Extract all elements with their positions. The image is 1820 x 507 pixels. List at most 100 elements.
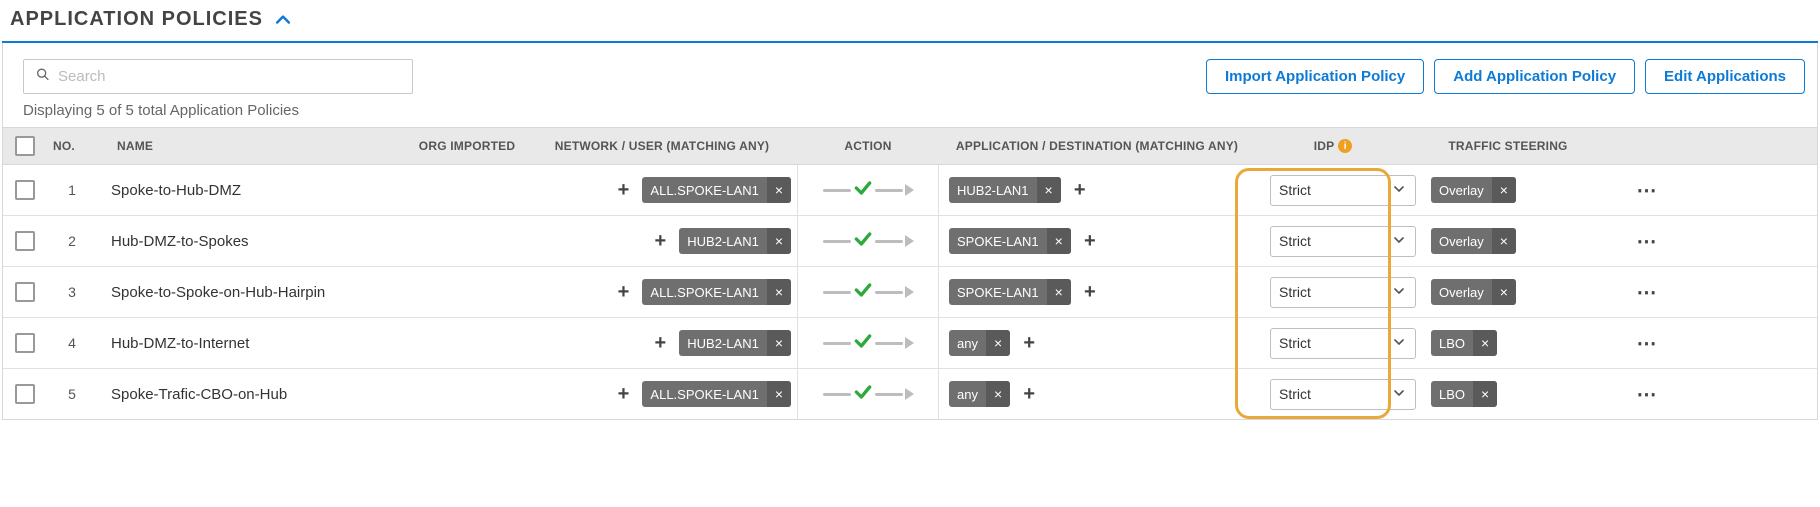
- tag-label: Overlay: [1431, 234, 1492, 249]
- col-header-idp: IDP i: [1255, 139, 1411, 153]
- row-number: 5: [47, 386, 97, 402]
- row-action-cell: [797, 165, 939, 215]
- col-header-org-imported: ORG IMPORTED: [407, 139, 527, 153]
- tag-remove-icon[interactable]: ×: [986, 381, 1010, 407]
- tag-remove-icon[interactable]: ×: [1492, 177, 1516, 203]
- tag: ALL.SPOKE-LAN1 ×: [642, 381, 791, 407]
- row-idp-cell: Strict: [1265, 175, 1421, 206]
- idp-select[interactable]: Strict: [1270, 175, 1416, 206]
- tag: Overlay ×: [1431, 228, 1516, 254]
- search-input[interactable]: [23, 59, 413, 94]
- tag-remove-icon[interactable]: ×: [767, 330, 791, 356]
- add-network-button[interactable]: +: [612, 383, 634, 405]
- row-application-cell: any × +: [939, 330, 1265, 356]
- row-checkbox[interactable]: [15, 333, 35, 353]
- tag-remove-icon[interactable]: ×: [1037, 177, 1061, 203]
- tag-remove-icon[interactable]: ×: [1047, 228, 1071, 254]
- action-allow-icon: [823, 178, 914, 203]
- info-icon[interactable]: i: [1338, 139, 1352, 153]
- tag-remove-icon[interactable]: ×: [986, 330, 1010, 356]
- tag-remove-icon[interactable]: ×: [767, 381, 791, 407]
- table-row: 5 Spoke-Trafic-CBO-on-Hub + ALL.SPOKE-LA…: [3, 369, 1817, 419]
- add-network-button[interactable]: +: [612, 179, 634, 201]
- add-application-button[interactable]: +: [1079, 281, 1101, 303]
- add-network-button[interactable]: +: [649, 332, 671, 354]
- row-menu-icon[interactable]: ⋯: [1637, 178, 1658, 203]
- row-traffic-steering-cell: LBO ×: [1421, 381, 1625, 407]
- table-row: 3 Spoke-to-Spoke-on-Hub-Hairpin + ALL.SP…: [3, 267, 1817, 318]
- table-header: NO. NAME ORG IMPORTED NETWORK / USER (MA…: [3, 127, 1817, 165]
- idp-select[interactable]: Strict: [1270, 226, 1416, 257]
- row-traffic-steering-cell: LBO ×: [1421, 330, 1625, 356]
- idp-select-value: Strict: [1279, 233, 1311, 249]
- table-row: 4 Hub-DMZ-to-Internet + HUB2-LAN1 × any …: [3, 318, 1817, 369]
- tag-remove-icon[interactable]: ×: [1047, 279, 1071, 305]
- row-idp-cell: Strict: [1265, 277, 1421, 308]
- tag: SPOKE-LAN1 ×: [949, 228, 1071, 254]
- add-application-policy-button[interactable]: Add Application Policy: [1434, 59, 1635, 94]
- table-row: 2 Hub-DMZ-to-Spokes + HUB2-LAN1 × SPOKE-…: [3, 216, 1817, 267]
- add-network-button[interactable]: +: [649, 230, 671, 252]
- chevron-down-icon: [1391, 283, 1407, 302]
- table-row: 1 Spoke-to-Hub-DMZ + ALL.SPOKE-LAN1 × HU…: [3, 165, 1817, 216]
- row-idp-cell: Strict: [1265, 328, 1421, 359]
- row-network-cell: + ALL.SPOKE-LAN1 ×: [521, 177, 797, 203]
- row-network-cell: + HUB2-LAN1 ×: [521, 228, 797, 254]
- add-network-button[interactable]: +: [612, 281, 634, 303]
- tag-label: HUB2-LAN1: [679, 336, 767, 351]
- row-network-cell: + ALL.SPOKE-LAN1 ×: [521, 279, 797, 305]
- section-title: APPLICATION POLICIES: [10, 8, 263, 31]
- row-network-cell: + HUB2-LAN1 ×: [521, 330, 797, 356]
- tag-label: ALL.SPOKE-LAN1: [642, 183, 766, 198]
- row-menu-icon[interactable]: ⋯: [1637, 382, 1658, 407]
- row-name: Spoke-to-Spoke-on-Hub-Hairpin: [97, 284, 401, 301]
- tag: HUB2-LAN1 ×: [679, 228, 791, 254]
- add-application-button[interactable]: +: [1018, 383, 1040, 405]
- tag: HUB2-LAN1 ×: [949, 177, 1061, 203]
- col-header-no: NO.: [47, 139, 103, 153]
- row-application-cell: HUB2-LAN1 × +: [939, 177, 1265, 203]
- row-menu-icon[interactable]: ⋯: [1637, 229, 1658, 254]
- tag-label: LBO: [1431, 336, 1473, 351]
- chevron-down-icon: [1391, 232, 1407, 251]
- tag-remove-icon[interactable]: ×: [767, 177, 791, 203]
- import-application-policy-button[interactable]: Import Application Policy: [1206, 59, 1424, 94]
- row-menu-icon[interactable]: ⋯: [1637, 331, 1658, 356]
- tag-remove-icon[interactable]: ×: [1473, 330, 1497, 356]
- row-action-cell: [797, 318, 939, 368]
- tag-remove-icon[interactable]: ×: [767, 228, 791, 254]
- add-application-button[interactable]: +: [1069, 179, 1091, 201]
- action-allow-icon: [823, 331, 914, 356]
- tag-label: HUB2-LAN1: [949, 183, 1037, 198]
- row-checkbox[interactable]: [15, 384, 35, 404]
- tag-remove-icon[interactable]: ×: [1492, 228, 1516, 254]
- toolbar: Import Application Policy Add Applicatio…: [2, 43, 1818, 98]
- row-checkbox[interactable]: [15, 282, 35, 302]
- row-menu-icon[interactable]: ⋯: [1637, 280, 1658, 305]
- col-header-idp-label: IDP: [1314, 139, 1335, 153]
- row-action-cell: [797, 267, 939, 317]
- idp-select[interactable]: Strict: [1270, 379, 1416, 410]
- tag: Overlay ×: [1431, 177, 1516, 203]
- tag-label: any: [949, 387, 986, 402]
- tag-label: HUB2-LAN1: [679, 234, 767, 249]
- row-checkbox[interactable]: [15, 231, 35, 251]
- tag-remove-icon[interactable]: ×: [767, 279, 791, 305]
- row-checkbox[interactable]: [15, 180, 35, 200]
- tag-remove-icon[interactable]: ×: [1473, 381, 1497, 407]
- section-header[interactable]: APPLICATION POLICIES: [2, 6, 1818, 43]
- chevron-up-icon[interactable]: [273, 10, 293, 30]
- row-name: Spoke-Trafic-CBO-on-Hub: [97, 386, 401, 403]
- row-number: 2: [47, 233, 97, 249]
- edit-applications-button[interactable]: Edit Applications: [1645, 59, 1805, 94]
- col-header-network: NETWORK / USER (MATCHING ANY): [527, 139, 797, 153]
- add-application-button[interactable]: +: [1018, 332, 1040, 354]
- row-application-cell: SPOKE-LAN1 × +: [939, 228, 1265, 254]
- add-application-button[interactable]: +: [1079, 230, 1101, 252]
- row-traffic-steering-cell: Overlay ×: [1421, 177, 1625, 203]
- tag-label: SPOKE-LAN1: [949, 285, 1047, 300]
- idp-select[interactable]: Strict: [1270, 328, 1416, 359]
- select-all-checkbox[interactable]: [15, 136, 35, 156]
- idp-select[interactable]: Strict: [1270, 277, 1416, 308]
- tag-remove-icon[interactable]: ×: [1492, 279, 1516, 305]
